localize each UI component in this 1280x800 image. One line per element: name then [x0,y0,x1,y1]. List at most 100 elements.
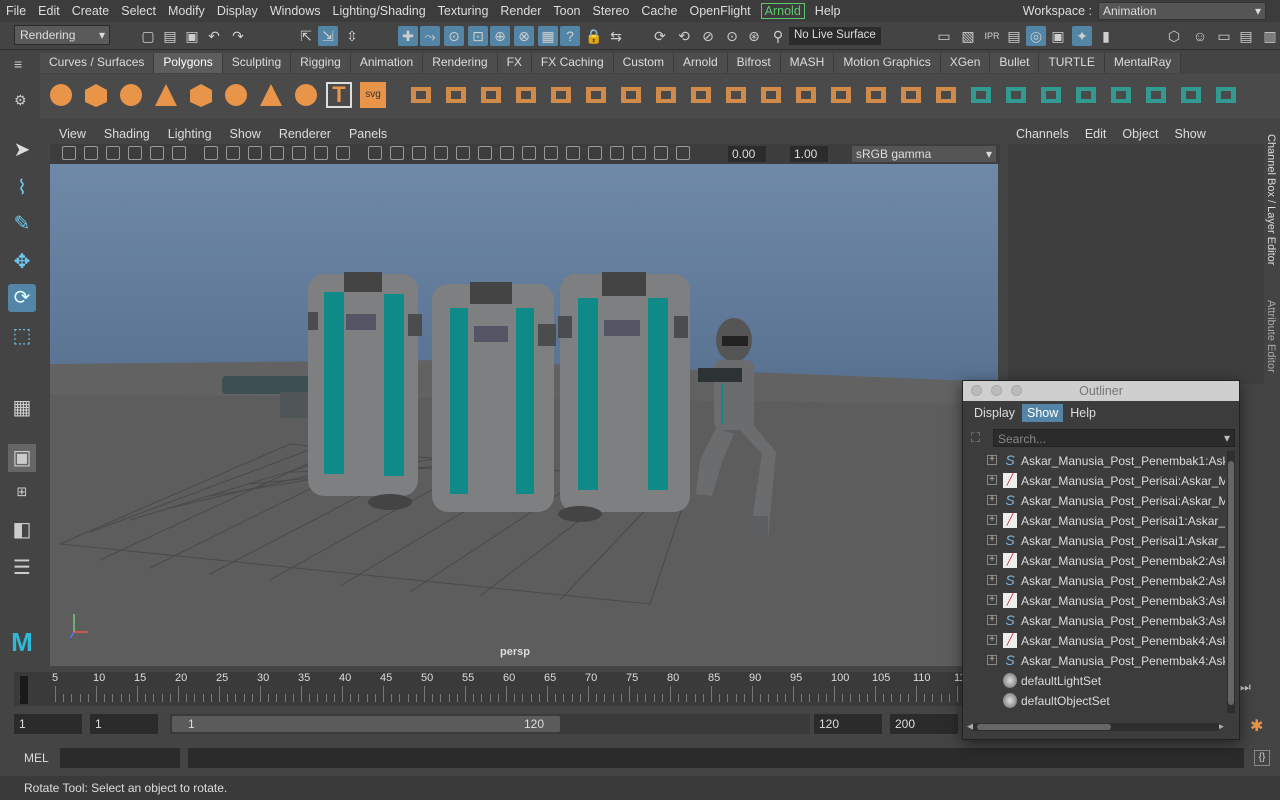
menu-stereo[interactable]: Stereo [587,4,636,18]
xray-joints-icon[interactable] [632,146,646,160]
sew-uv-icon[interactable] [1213,82,1239,108]
tab-mentalray[interactable]: MentalRay [1104,53,1182,73]
outliner-item[interactable]: + S Askar_Manusia_Post_Penembak1:Askar [967,451,1225,471]
range-slider-handle[interactable]: 1 120 [172,716,560,732]
tab-arnold[interactable]: Arnold [673,53,728,73]
current-time-marker[interactable] [20,676,28,704]
workspace-select[interactable]: Animation ▾ [1098,2,1266,20]
move-tool-icon[interactable]: ✥ [8,248,36,276]
animation-start-field[interactable]: 1 [14,714,82,734]
poly-cylinder-icon[interactable] [118,82,144,108]
safe-action-icon[interactable] [314,146,328,160]
expand-icon[interactable]: + [987,595,997,605]
outliner-item[interactable]: + ╱ Askar_Manusia_Post_Penembak3:Aska [967,591,1225,611]
outliner-item[interactable]: + S Askar_Manusia_Post_Penembak3:Aska [967,611,1225,631]
play-forward-end-icon[interactable]: ⏭ [1240,680,1251,695]
lock-icon[interactable]: 🔒 [584,26,604,46]
menu-arnold[interactable]: Arnold [760,3,805,19]
menu-windows[interactable]: Windows [264,4,327,18]
tab-bifrost[interactable]: Bifrost [727,53,781,73]
expand-icon[interactable]: + [987,475,997,485]
ipr-icon[interactable]: IPR [982,26,1002,46]
tab-bullet[interactable]: Bullet [990,53,1040,73]
multi-cut-icon[interactable] [723,82,749,108]
motion-blur-icon[interactable] [522,146,536,160]
poly-pipe-icon[interactable] [293,82,319,108]
exposure-field[interactable]: 0.00 [728,146,766,162]
tab-rigging[interactable]: Rigging [291,53,351,73]
menu-select[interactable]: Select [115,4,162,18]
poly-cone-icon[interactable] [153,82,179,108]
construction-icon[interactable]: ⟲ [674,26,694,46]
expand-icon[interactable]: + [987,495,997,505]
snap-icon[interactable]: ▦ [538,26,558,46]
viewport-menu-panels[interactable]: Panels [340,127,396,141]
outliner-item[interactable]: defaultObjectSet [967,691,1225,711]
viewport-menu-shading[interactable]: Shading [95,127,159,141]
menu-texturing[interactable]: Texturing [432,4,495,18]
booleans-icon[interactable] [513,82,539,108]
text-tool-icon[interactable]: T [326,82,352,108]
channel-box-menu-channels[interactable]: Channels [1008,127,1077,141]
poly-cube-icon[interactable] [83,82,109,108]
select-hierarchy-icon[interactable]: ⇱ [296,26,316,46]
undo-icon[interactable]: ↶ [204,26,224,46]
chevron-down-icon[interactable]: ▾ [1224,431,1230,445]
poly-pyramid-icon[interactable] [258,82,284,108]
bevel-icon[interactable] [653,82,679,108]
tab-sculpting[interactable]: Sculpting [222,53,292,73]
mel-label[interactable]: MEL [24,751,49,765]
camera-based-map-icon[interactable] [1073,82,1099,108]
use-all-lights-icon[interactable] [456,146,470,160]
scale-tool-icon[interactable]: ⬚ [8,322,36,350]
snap-view-icon[interactable]: ⊡ [468,26,488,46]
outliner-item[interactable]: + ╱ Askar_Manusia_Post_Perisai:Askar_Ma [967,471,1225,491]
grease-pencil-icon[interactable] [172,146,186,160]
modeling-toolkit-icon[interactable]: ⬡ [1164,26,1184,46]
outliner-item[interactable]: + S Askar_Manusia_Post_Perisai1:Askar_M [967,531,1225,551]
wireframe-icon[interactable] [368,146,382,160]
menu-set-select[interactable]: Rendering ▾ [14,25,110,45]
expand-icon[interactable]: + [987,615,997,625]
shelf-menu-icon[interactable]: ≡ [14,57,34,72]
ops-icon[interactable]: ⊛ [744,26,764,46]
poly-torus-icon[interactable] [223,82,249,108]
filter-icon[interactable]: ⛶ [971,430,987,446]
grid-icon[interactable] [204,146,218,160]
playback-start-field[interactable]: 1 [90,714,158,734]
redo-icon[interactable]: ↷ [228,26,248,46]
live-surface-field[interactable]: No Live Surface [789,27,881,45]
outliner-layout-icon[interactable]: ☰ [8,554,36,582]
insert-loop-icon[interactable] [688,82,714,108]
panel-toggle-icon[interactable]: ▮ [1096,26,1116,46]
image-plane-icon[interactable] [128,146,142,160]
character-controls-icon[interactable]: ☺ [1190,26,1210,46]
smooth-icon[interactable] [548,82,574,108]
render-settings-icon[interactable]: ▤ [1004,26,1024,46]
uv-editor-icon[interactable] [968,82,994,108]
outliner-horizontal-scroll-thumb[interactable] [977,724,1111,730]
tab-rendering[interactable]: Rendering [423,53,498,73]
tab-animation[interactable]: Animation [350,53,424,73]
menu-cache[interactable]: Cache [635,4,683,18]
cut-uv-icon[interactable] [1178,82,1204,108]
outliner-title-bar[interactable]: Outliner [963,381,1239,401]
tab-fx-caching[interactable]: FX Caching [531,53,614,73]
poly-plane-icon[interactable] [188,82,214,108]
xray-icon[interactable] [610,146,624,160]
safe-title-icon[interactable] [336,146,350,160]
exposure-icon[interactable] [676,146,690,160]
outliner-item[interactable]: + ╱ Askar_Manusia_Post_Penembak2:Aska [967,551,1225,571]
select-camera-icon[interactable] [62,146,76,160]
menu-openflight[interactable]: OpenFlight [684,4,757,18]
gamma-field[interactable]: 1.00 [790,146,828,162]
outliner-search-input[interactable]: Search... ▾ [993,429,1235,447]
select-component-icon[interactable]: ⇳ [342,26,362,46]
mirror-icon[interactable] [793,82,819,108]
unfold-icon[interactable] [1108,82,1134,108]
menu-render[interactable]: Render [494,4,547,18]
expand-icon[interactable]: + [987,455,997,465]
new-scene-icon[interactable]: ▢ [138,26,158,46]
outliner-menu-show[interactable]: Show [1022,404,1064,422]
render-view-icon[interactable]: ▭ [934,26,954,46]
